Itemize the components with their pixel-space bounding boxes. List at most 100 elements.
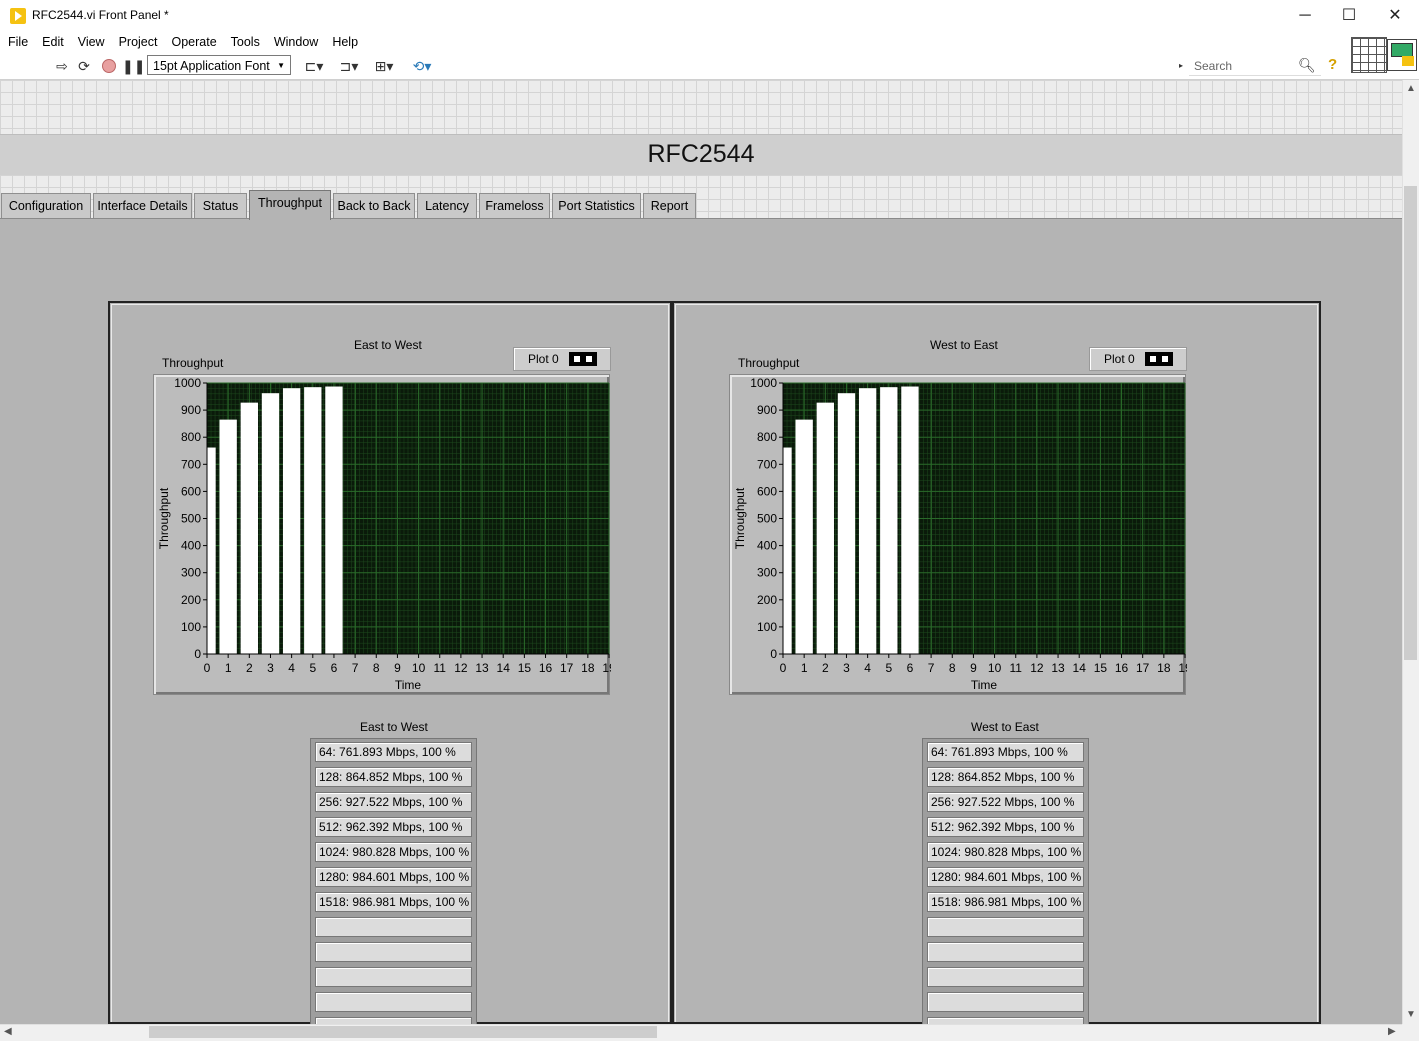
- vi-icon[interactable]: [1387, 39, 1417, 71]
- left-list-item[interactable]: 128: 864.852 Mbps, 100 %: [315, 767, 472, 787]
- right-chart-svg: 010020030040050060070080090010000 1 2 3 4 5 6 7…: [733, 376, 1187, 692]
- left-y-tick-label: 100: [181, 620, 201, 634]
- menu-tools[interactable]: Tools: [224, 32, 267, 52]
- left-list-item[interactable]: [315, 942, 472, 962]
- left-list-item[interactable]: 64: 761.893 Mbps, 100 %: [315, 742, 472, 762]
- horizontal-scroll-thumb[interactable]: [149, 1026, 657, 1038]
- left-plot-legend[interactable]: Plot 0: [513, 347, 611, 371]
- connector-pane-icon[interactable]: [1351, 37, 1387, 73]
- right-list-item[interactable]: 1280: 984.601 Mbps, 100 %: [927, 867, 1084, 887]
- menu-project[interactable]: Project: [112, 32, 165, 52]
- right-list-item[interactable]: 1518: 986.981 Mbps, 100 %: [927, 892, 1084, 912]
- left-list-item[interactable]: 512: 962.392 Mbps, 100 %: [315, 817, 472, 837]
- left-x-tick-label: 19: [602, 661, 611, 675]
- left-bar: [304, 387, 322, 654]
- scroll-right-icon[interactable]: ▶: [1388, 1026, 1396, 1037]
- left-list-item[interactable]: 1518: 986.981 Mbps, 100 %: [315, 892, 472, 912]
- left-list-item[interactable]: 1024: 980.828 Mbps, 100 %: [315, 842, 472, 862]
- left-x-tick-label: 17: [560, 661, 574, 675]
- tab-frameloss[interactable]: Frameloss: [479, 193, 550, 218]
- help-icon[interactable]: ?: [1328, 56, 1346, 74]
- search-expand-icon[interactable]: ▸: [1179, 61, 1183, 70]
- search-icon[interactable]: 🔍︎: [1298, 57, 1316, 75]
- left-bar: [207, 447, 216, 654]
- tab-latency[interactable]: Latency: [417, 193, 477, 218]
- right-x-tick-label: 3: [843, 661, 850, 675]
- left-bar: [240, 402, 258, 654]
- left-x-axis-label: Time: [395, 678, 422, 692]
- right-list-item[interactable]: [927, 992, 1084, 1012]
- menu-edit[interactable]: Edit: [35, 32, 71, 52]
- left-legend-swatch: [569, 352, 597, 366]
- left-y-axis-caption: Throughput: [162, 356, 224, 370]
- right-bar: [795, 419, 813, 654]
- right-x-tick-label: 9: [970, 661, 977, 675]
- menu-view[interactable]: View: [71, 32, 112, 52]
- scroll-up-icon[interactable]: ▲: [1406, 83, 1416, 94]
- right-chart-title: West to East: [930, 338, 998, 352]
- distribute-icon[interactable]: ⊐▾: [338, 58, 360, 74]
- minimize-button[interactable]: ─: [1282, 0, 1328, 32]
- left-chart[interactable]: 0 100 200 300 400 500 600 700 800 900 1000 0 1 2 3 4 5 6 7…: [153, 374, 611, 695]
- left-x-tick-label: 4: [288, 661, 295, 675]
- run-arrow-icon[interactable]: ⇨: [54, 58, 70, 74]
- right-list-item[interactable]: 512: 962.392 Mbps, 100 %: [927, 817, 1084, 837]
- left-list-title: East to West: [360, 720, 428, 734]
- left-list-item[interactable]: 256: 927.522 Mbps, 100 %: [315, 792, 472, 812]
- align-icon[interactable]: ⊏▾: [303, 58, 325, 74]
- right-x-tick-label: 6: [907, 661, 914, 675]
- left-y-tick-label: 300: [181, 566, 201, 580]
- run-continuously-icon[interactable]: ⟳: [76, 58, 92, 74]
- page-title: RFC2544: [647, 140, 755, 168]
- abort-icon[interactable]: [101, 58, 117, 74]
- menu-help[interactable]: Help: [325, 32, 365, 52]
- right-plot-legend[interactable]: Plot 0: [1089, 347, 1187, 371]
- right-results-list[interactable]: 64: 761.893 Mbps, 100 % 128: 864.852 Mbps…: [922, 738, 1089, 1037]
- maximize-button[interactable]: ☐: [1326, 0, 1372, 32]
- vertical-scroll-thumb[interactable]: [1404, 186, 1417, 660]
- tab-configuration[interactable]: Configuration: [1, 193, 91, 218]
- tab-interface-details[interactable]: Interface Details: [93, 193, 192, 218]
- right-x-tick-label: 1: [801, 661, 808, 675]
- resize-icon[interactable]: ⊞▾: [373, 58, 395, 74]
- right-chart[interactable]: 0 100 200 300 400 500 600 700 800 900 1000 0 1 2 3 4 5 6 7…: [729, 374, 1187, 695]
- left-x-tick-label: 15: [518, 661, 532, 675]
- right-bar: [837, 393, 856, 654]
- left-list-item[interactable]: [315, 917, 472, 937]
- close-button[interactable]: ✕: [1372, 0, 1418, 32]
- right-list-item[interactable]: [927, 917, 1084, 937]
- menu-operate[interactable]: Operate: [164, 32, 223, 52]
- left-x-tick-label: 5: [309, 661, 316, 675]
- right-list-item[interactable]: 1024: 980.828 Mbps, 100 %: [927, 842, 1084, 862]
- right-list-item[interactable]: [927, 967, 1084, 987]
- left-list-item[interactable]: [315, 992, 472, 1012]
- tab-back-to-back[interactable]: Back to Back: [333, 193, 415, 218]
- left-list-item[interactable]: [315, 967, 472, 987]
- title-bar: RFC2544.vi Front Panel * ─ ☐ ✕: [0, 0, 1419, 33]
- right-list-item[interactable]: 256: 927.522 Mbps, 100 %: [927, 792, 1084, 812]
- right-list-item[interactable]: [927, 942, 1084, 962]
- tab-port-statistics[interactable]: Port Statistics: [552, 193, 641, 218]
- left-y-tick-label: 500: [181, 512, 201, 526]
- left-bar: [325, 386, 343, 654]
- tab-status[interactable]: Status: [194, 193, 247, 218]
- left-x-tick-label: 16: [539, 661, 553, 675]
- tab-throughput[interactable]: Throughput: [249, 190, 331, 220]
- tab-report[interactable]: Report: [643, 193, 696, 218]
- right-x-tick-label: 7: [928, 661, 935, 675]
- right-list-item[interactable]: 128: 864.852 Mbps, 100 %: [927, 767, 1084, 787]
- scroll-left-icon[interactable]: ◀: [4, 1026, 12, 1037]
- left-results-list[interactable]: 64: 761.893 Mbps, 100 % 128: 864.852 Mbps…: [310, 738, 477, 1037]
- right-list-item[interactable]: 64: 761.893 Mbps, 100 %: [927, 742, 1084, 762]
- right-x-tick-label: 8: [949, 661, 956, 675]
- menu-file[interactable]: File: [1, 32, 35, 52]
- scroll-down-icon[interactable]: ▼: [1406, 1009, 1416, 1020]
- pause-icon[interactable]: ❚❚: [122, 58, 145, 74]
- right-x-tick-label: 13: [1051, 661, 1065, 675]
- menu-window[interactable]: Window: [267, 32, 325, 52]
- reorder-icon[interactable]: ⟲▾: [410, 58, 434, 74]
- left-list-item[interactable]: 1280: 984.601 Mbps, 100 %: [315, 867, 472, 887]
- left-legend-label: Plot 0: [528, 352, 559, 366]
- left-x-tick-label: 1: [225, 661, 232, 675]
- font-select[interactable]: 15pt Application Font ▼: [147, 55, 291, 75]
